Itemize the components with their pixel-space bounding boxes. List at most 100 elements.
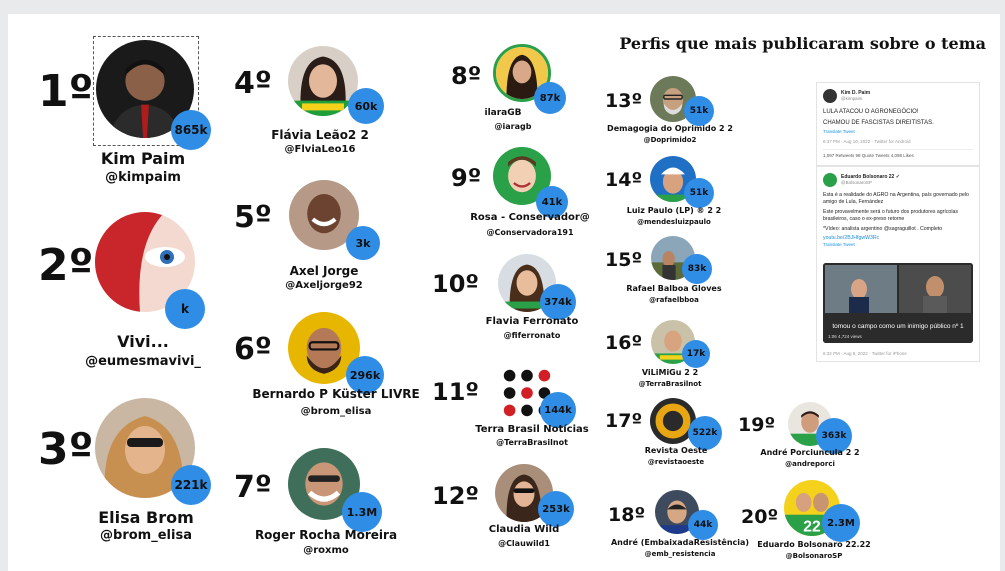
tweet-avatar: [823, 173, 837, 187]
profile-handle: @BolsonaroSP: [785, 552, 843, 560]
count-badge: 144k: [540, 392, 576, 428]
profile-handle: @kimpaim: [105, 170, 181, 185]
tweet-paragraph: Esta é a realidade do AGRO na Argentina,…: [823, 192, 969, 206]
profile-name: Claudia Wild: [488, 524, 560, 535]
profile-name: Elisa Brom: [98, 508, 194, 527]
count-badge: 83k: [682, 254, 712, 284]
profile-name: Bernardo P Küster LIVRE: [252, 387, 420, 401]
translate-link[interactable]: Translate Tweet: [823, 242, 973, 248]
profile-handle: @rafaelbboa: [649, 296, 699, 304]
tweet-card-bolsonaro: Eduardo Bolsonaro 22 ✓ @BolsonaroSP Esta…: [816, 166, 980, 362]
svg-text:22: 22: [803, 519, 821, 536]
count-badge: 374k: [540, 284, 576, 320]
tweet-handle: @kimpaim: [841, 96, 863, 102]
page-title: Perfis que mais publicaram sobre o tema: [619, 34, 986, 53]
video-thumbnail: [823, 263, 973, 343]
rank-label: 12º: [432, 482, 479, 510]
tweet-card-kimpaim: Kim D. Paim @kimpaim LULA ATACOU O AGRON…: [816, 82, 980, 166]
profile-handle: @iaragb: [494, 122, 532, 131]
profile-name: Axel Jorge: [289, 264, 359, 278]
profile-name: ilaraGB: [484, 108, 522, 118]
profile-name: Roger Rocha Moreira: [254, 528, 398, 542]
profile-handle: @emb_resistencia: [644, 550, 716, 558]
rank-label: 5º: [234, 200, 272, 235]
tweet-link[interactable]: youtu.be/2BJHfgwW3Rc: [823, 235, 973, 242]
profile-handle: @Axeljorge92: [285, 280, 363, 291]
profile-name: Rosa - Conservador@: [470, 212, 590, 223]
count-badge: k: [165, 289, 205, 329]
rank-label: 8º: [451, 62, 482, 90]
rank-label: 14º: [605, 169, 643, 191]
profile-name: Rafael Balboa Gloves: [626, 284, 722, 293]
rank-label: 11º: [432, 378, 479, 406]
count-badge: 221k: [171, 465, 211, 505]
tweet-handle: @BolsonaroSP: [841, 180, 872, 186]
tweet-meta: 8:37 PM · Aug 10, 2022 · Twitter for And…: [823, 139, 911, 145]
profile-handle: @brom_elisa: [300, 406, 372, 417]
rank-label: 3º: [38, 424, 94, 475]
profile-handle: @mendesluizpaulo: [637, 218, 711, 226]
profile-name: ViLiMiGu 2 2: [641, 368, 699, 377]
count-badge: 1.3M: [342, 492, 382, 532]
count-badge: 2.3M: [822, 504, 860, 542]
rank-label: 16º: [605, 332, 643, 354]
profile-handle: @Clauwild1: [498, 539, 550, 548]
profile-name: Flavia Ferronato: [485, 316, 579, 327]
profile-name: André (EmbaixadaResistência): [610, 538, 750, 547]
rank-label: 9º: [451, 164, 482, 192]
count-badge: 3k: [346, 226, 380, 260]
profile-handle: @brom_elisa: [100, 528, 192, 543]
profile-handle: @TerraBrasilnot: [638, 380, 702, 388]
profile-name: Flávia Leão2 2: [271, 128, 369, 142]
profile-handle: @roxmo: [303, 545, 349, 556]
count-badge: 253k: [538, 491, 574, 527]
infographic-sheet: Perfis que mais publicaram sobre o tema …: [8, 14, 1000, 571]
tweet-stats: 1,097 Retweets 98 Quote Tweets 4,098 Lik…: [823, 149, 973, 159]
profile-handle: @fiferronato: [503, 331, 561, 340]
count-badge: 60k: [348, 88, 384, 124]
count-badge: 51k: [684, 178, 714, 208]
tweet-author: Eduardo Bolsonaro 22 ✓: [841, 173, 900, 180]
profile-name: Terra Brasil Notícias: [475, 424, 589, 435]
video-duration: 1:06 4,724 views: [828, 333, 862, 339]
profile-name: Revista Oeste: [644, 446, 708, 455]
rank-label: 1º: [38, 66, 94, 117]
translate-link[interactable]: Translate Tweet: [823, 129, 973, 135]
rank-label: 19º: [738, 414, 776, 436]
count-badge: 87k: [534, 82, 566, 114]
profile-handle: @TerraBrasilnot: [496, 438, 568, 447]
tweet-paragraph: Este provavelmente será o futuro dos pro…: [823, 209, 958, 223]
rank-label: 10º: [432, 270, 479, 298]
count-badge: 17k: [682, 340, 710, 368]
video-caption: tomou o campo como um inimigo público nº…: [832, 322, 964, 330]
profile-name: Kim Paim: [100, 149, 186, 168]
profile-handle: @revistaoeste: [647, 458, 705, 466]
tweet-paragraph: *Vídeo: analista argentino @sagraguillot…: [823, 226, 943, 233]
profile-handle: @FlviaLeo16: [284, 144, 356, 155]
profile-name: André Porciuncula 2 2: [760, 448, 860, 457]
profile-name: Luiz Paulo (LP) ® 2 2: [626, 206, 722, 215]
profile-name: Eduardo Bolsonaro 22.22: [757, 540, 871, 549]
count-badge: 865k: [171, 110, 211, 150]
rank-label: 4º: [234, 66, 272, 101]
tweet-meta: 6:32 PM · Aug 9, 2022 · Twitter for iPho…: [823, 350, 907, 356]
profile-name: Demagogia do Oprimido 2 2: [607, 124, 733, 133]
rank-label: 2º: [38, 240, 94, 291]
rank-label: 18º: [608, 504, 646, 526]
count-badge: 51k: [684, 96, 714, 126]
tweet-text-line1: LULA ATACOU O AGRONEGÓCIO!: [823, 109, 919, 115]
rank-label: 7º: [234, 470, 272, 505]
tweet-video[interactable]: tomou o campo como um inimigo público nº…: [823, 263, 973, 343]
tweet-text-line2: CHAMOU DE FASCISTAS DIREITISTAS.: [823, 120, 934, 127]
rank-label: 15º: [605, 249, 643, 271]
count-badge: 522k: [688, 416, 722, 450]
profile-handle: @eumesmavivi_: [85, 354, 201, 369]
count-badge: 44k: [688, 510, 718, 540]
tweet-author: Kim D. Paim: [841, 89, 871, 96]
rank-label: 13º: [605, 90, 643, 112]
profile-handle: @andreporci: [785, 460, 835, 468]
profile-handle: @Doprimido2: [643, 136, 697, 144]
profile-name: Vivi...: [117, 332, 169, 351]
tweet-avatar: [823, 89, 837, 103]
profile-handle: @Conservadora191: [486, 228, 574, 237]
